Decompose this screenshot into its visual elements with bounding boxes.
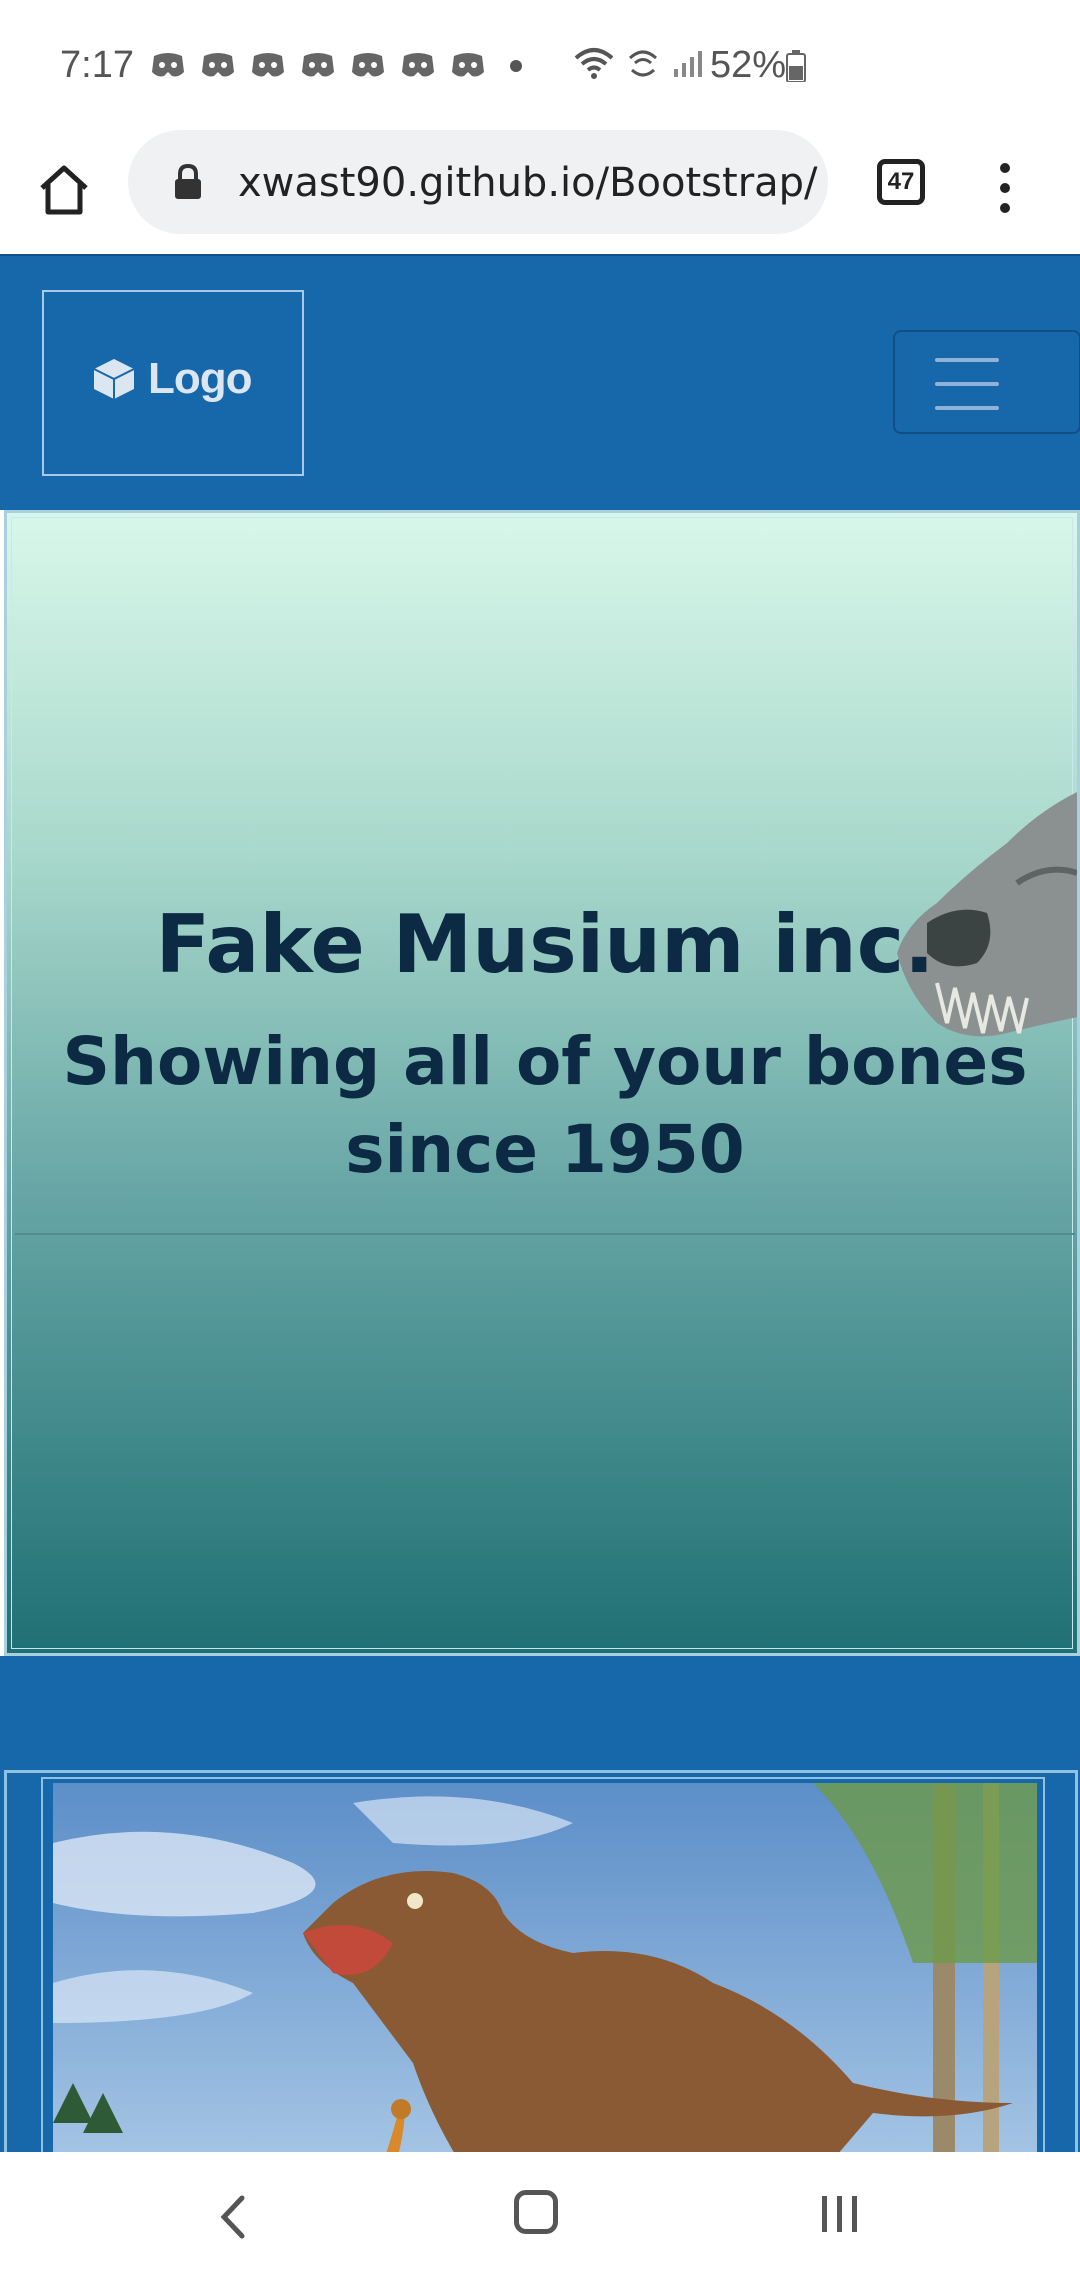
- wifi-icon: [574, 48, 614, 79]
- hero-section: Fake Musium inc. Showing all of your bon…: [4, 510, 1080, 1656]
- status-time: 7:17: [60, 44, 134, 86]
- address-bar[interactable]: xwast90.github.io/Bootstrap/I: [128, 130, 828, 234]
- discord-icon: [152, 53, 184, 77]
- home-icon[interactable]: [34, 160, 94, 220]
- home-button[interactable]: [514, 2190, 558, 2234]
- battery-icon: [786, 50, 806, 82]
- cube-icon: [93, 359, 135, 399]
- browser-toolbar: xwast90.github.io/Bootstrap/I 47: [0, 130, 1080, 254]
- signal-icon: [674, 51, 702, 77]
- tab-switcher-button[interactable]: 47: [877, 159, 925, 205]
- hamburger-icon: [935, 358, 999, 430]
- discord-icon: [452, 53, 484, 77]
- system-icons: [574, 46, 704, 80]
- logo-text: Logo: [148, 354, 253, 403]
- logo-link[interactable]: Logo: [42, 290, 304, 476]
- hero-divider: [15, 1233, 1075, 1235]
- discord-icon: [402, 53, 434, 77]
- navbar-toggler-button[interactable]: [893, 330, 1080, 434]
- hero-title: Fake Musium inc.: [155, 898, 935, 991]
- discord-icon: [352, 53, 384, 77]
- hero-subtitle: Showing all of your bones since 1950: [62, 1023, 1028, 1188]
- more-vert-icon[interactable]: [990, 158, 1020, 218]
- discord-icon: [252, 53, 284, 77]
- site-navbar: Logo: [0, 254, 1080, 510]
- back-icon[interactable]: [214, 2192, 254, 2242]
- discord-icon: [202, 53, 234, 77]
- system-navigation-bar: [0, 2152, 1080, 2280]
- more-notifications-dot: [510, 60, 522, 72]
- image-card: [4, 1770, 1078, 2177]
- tyrannosaurus-image: [53, 1783, 1037, 2175]
- image-frame: [41, 1777, 1045, 2177]
- battery-percent: 52%: [710, 44, 787, 86]
- wifi-calling-icon: [628, 50, 658, 77]
- notification-icons: [150, 50, 486, 80]
- lock-icon: [175, 163, 201, 199]
- url-text[interactable]: xwast90.github.io/Bootstrap/I: [238, 160, 818, 206]
- recent-apps-icon[interactable]: [818, 2192, 862, 2236]
- discord-icon: [302, 53, 334, 77]
- status-bar: 7:17 52%: [0, 0, 1080, 130]
